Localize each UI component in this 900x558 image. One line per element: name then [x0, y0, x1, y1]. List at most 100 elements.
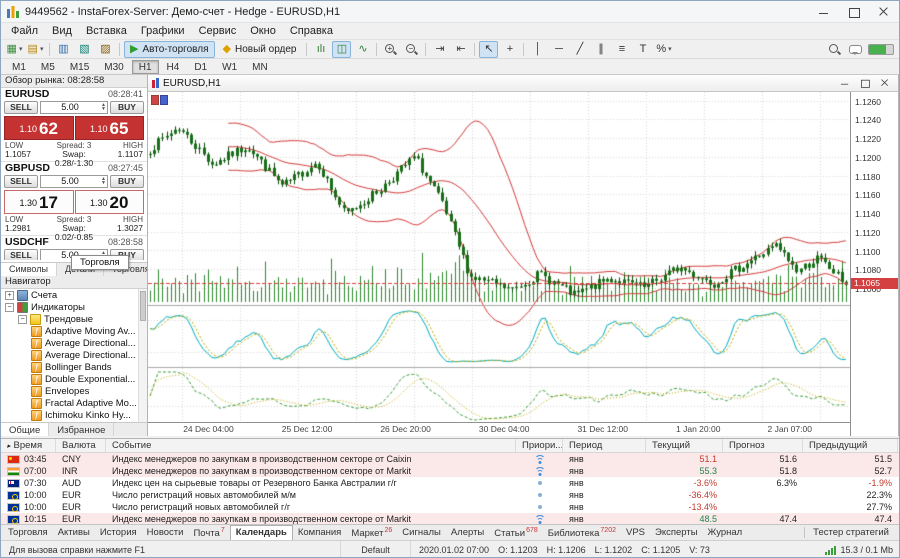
zoom-in-button[interactable]: + [381, 41, 400, 58]
menu-window[interactable]: Окно [243, 24, 283, 38]
tab-bottom-history[interactable]: История [95, 525, 142, 540]
connection-button[interactable] [867, 41, 895, 58]
tf-m1-button[interactable]: M1 [5, 60, 33, 74]
community-button[interactable] [846, 41, 865, 58]
expand-toggle-icon[interactable]: + [5, 291, 14, 300]
vertical-line-button[interactable]: │ [528, 41, 547, 58]
col-time[interactable]: ▸Время [1, 439, 56, 452]
tf-w1-button[interactable]: W1 [215, 60, 244, 74]
close-button[interactable] [869, 1, 899, 22]
chart-close-button[interactable] [879, 78, 890, 88]
tree-adaptive-moving-average[interactable]: ƒAdaptive Moving Av... [1, 325, 138, 337]
toolbox-toggle-button[interactable]: ▨ [96, 41, 115, 58]
tab-bottom-calendar[interactable]: Календарь [230, 525, 293, 540]
horizontal-line-button[interactable]: ─ [549, 41, 568, 58]
autotrading-button[interactable]: ▶Авто-торговля [124, 41, 215, 58]
bid-price-button[interactable]: 1.1062 [4, 116, 74, 140]
expand-toggle-icon[interactable]: − [5, 303, 14, 312]
sell-button[interactable]: SELL [4, 175, 38, 188]
crosshair-button[interactable]: + [500, 41, 519, 58]
col-actual[interactable]: Текущий [646, 439, 723, 452]
ask-price-button[interactable]: 1.1065 [75, 116, 145, 140]
tab-symbols[interactable]: Символы [1, 263, 57, 276]
tree-bollinger-bands[interactable]: ƒBollinger Bands [1, 361, 138, 373]
lot-size-input[interactable]: 5.00▲▼ [40, 175, 108, 188]
tree-average-directional-movement[interactable]: ƒAverage Directional... [1, 337, 138, 349]
menu-charts[interactable]: Графики [134, 24, 192, 38]
market-watch-gbpusd[interactable]: GBPUSD08:27:45SELL5.00▲▼BUY1.30171.3020L… [1, 162, 147, 236]
tree-ichimoku[interactable]: ƒIchimoku Kinko Hy... [1, 409, 138, 421]
tab-bottom-news[interactable]: Новости [142, 525, 189, 540]
market-watch-eurusd[interactable]: EURUSD08:28:41SELL5.00▲▼BUY1.10621.1065L… [1, 88, 147, 162]
data-window-button[interactable]: ▥ [54, 41, 73, 58]
tf-h1-button[interactable]: H1 [132, 60, 159, 74]
tree-indicators[interactable]: −Индикаторы [1, 301, 138, 313]
bar-chart-button[interactable]: ılı [311, 41, 330, 58]
tf-d1-button[interactable]: D1 [187, 60, 214, 74]
expand-toggle-icon[interactable]: − [18, 315, 27, 324]
minimize-button[interactable] [809, 1, 839, 22]
menu-view[interactable]: Вид [45, 24, 79, 38]
maximize-button[interactable] [839, 1, 869, 22]
col-event[interactable]: Событие [106, 439, 516, 452]
strategy-tester-tab[interactable]: Тестер стратегий [804, 527, 897, 538]
cursor-button[interactable]: ↖ [479, 41, 498, 58]
line-chart-button[interactable]: ∿ [353, 41, 372, 58]
sell-button[interactable]: SELL [4, 249, 38, 260]
tab-bottom-experts[interactable]: Эксперты [650, 525, 703, 540]
fibonacci-button[interactable]: ≡ [612, 41, 631, 58]
tree-double-exponential-ma[interactable]: ƒDouble Exponential... [1, 373, 138, 385]
col-priority[interactable]: Приори... [516, 439, 563, 452]
text-button[interactable]: T [633, 41, 652, 58]
sell-button[interactable]: SELL [4, 101, 38, 114]
bid-price-button[interactable]: 1.3017 [4, 190, 74, 214]
channel-button[interactable]: ∥ [591, 41, 610, 58]
tab-bottom-alerts[interactable]: Алерты [446, 525, 489, 540]
col-period[interactable]: Период [563, 439, 646, 452]
menu-insert[interactable]: Вставка [79, 24, 134, 38]
chart-restore-button[interactable] [859, 78, 870, 88]
tf-h4-button[interactable]: H4 [160, 60, 187, 74]
calendar-row[interactable]: 07:30AUDИндекс цен на сырьевые товары от… [1, 477, 899, 489]
one-click-trading-button[interactable] [151, 95, 168, 105]
tab-bottom-journal[interactable]: Журнал [703, 525, 748, 540]
tree-folder-trend[interactable]: −Трендовые [1, 313, 138, 325]
tree-average-directional-wilder[interactable]: ƒAverage Directional... [1, 349, 138, 361]
tab-bottom-signals[interactable]: Сигналы [397, 525, 446, 540]
spinner-down-icon[interactable]: ▼ [101, 181, 106, 186]
col-forecast[interactable]: Прогноз [723, 439, 803, 452]
tab-bottom-company[interactable]: Компания [293, 525, 346, 540]
scrollbar-thumb[interactable] [140, 291, 146, 321]
lot-size-input[interactable]: 5.00▲▼ [40, 101, 108, 114]
calendar-row[interactable]: 07:00INRИндекс менеджеров по закупкам в … [1, 465, 899, 477]
tree-accounts[interactable]: +Счета [1, 289, 138, 301]
chart-shift-button[interactable]: ⇤ [451, 41, 470, 58]
menu-help[interactable]: Справка [283, 24, 340, 38]
calendar-row[interactable]: 10:15EURИндекс менеджеров по закупкам в … [1, 513, 899, 524]
spinner-down-icon[interactable]: ▼ [101, 107, 106, 112]
new-order-button[interactable]: ◆Новый ордер [217, 41, 303, 58]
buy-button[interactable]: BUY [110, 175, 144, 188]
menu-file[interactable]: Файл [4, 24, 45, 38]
tab-favorites[interactable]: Избранное [49, 423, 114, 436]
market-watch-tooltip[interactable]: Торговля [71, 255, 129, 270]
candle-chart-button[interactable]: ◫ [332, 41, 351, 58]
price-axis[interactable]: 1.12601.12401.12201.12001.11801.11601.11… [850, 92, 898, 436]
trendline-button[interactable]: ╱ [570, 41, 589, 58]
calendar-row[interactable]: 03:45CNYИндекс менеджеров по закупкам в … [1, 453, 899, 465]
calendar-row[interactable]: 10:00EURЧисло регистраций новых автомоби… [1, 489, 899, 501]
tab-bottom-mail[interactable]: Почта7 [188, 524, 229, 540]
zoom-out-button[interactable]: − [402, 41, 421, 58]
tab-common[interactable]: Общие [1, 423, 49, 436]
objects-button[interactable]: %▾ [654, 41, 673, 58]
tf-m30-button[interactable]: M30 [97, 60, 130, 74]
price-chart[interactable] [148, 92, 852, 424]
tf-mn-button[interactable]: MN [245, 60, 275, 74]
chart-minimize-button[interactable] [839, 78, 850, 88]
tab-bottom-assets[interactable]: Активы [53, 525, 95, 540]
tree-envelopes[interactable]: ƒEnvelopes [1, 385, 138, 397]
profiles-button[interactable]: ▤▾ [26, 41, 45, 58]
tab-bottom-articles[interactable]: Статьи678 [489, 524, 542, 540]
new-chart-button[interactable]: ▦▾ [5, 41, 24, 58]
tf-m15-button[interactable]: M15 [63, 60, 96, 74]
